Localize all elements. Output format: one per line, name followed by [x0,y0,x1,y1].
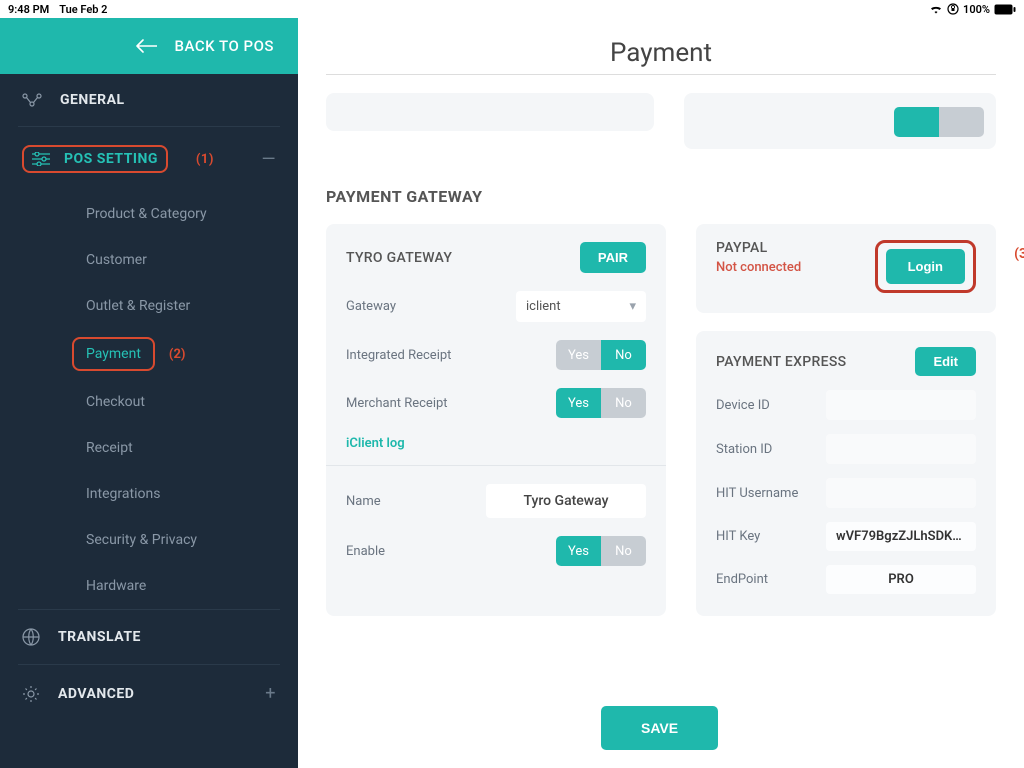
collapse-icon[interactable]: — [261,149,276,170]
gateway-select[interactable]: iclient ▾ [516,291,646,322]
network-icon [22,93,42,107]
expand-icon[interactable]: + [265,683,276,704]
sidebar: BACK TO POS GENERAL POS SETTING (1) — Pr… [0,18,298,768]
merchant-receipt-label: Merchant Receipt [346,396,448,411]
sidebar-item-outlet-register[interactable]: Outlet & Register [86,283,298,329]
express-edit-button[interactable]: Edit [915,347,976,376]
sidebar-item-product-category[interactable]: Product & Category [86,191,298,237]
toggle-yes: Yes [556,536,601,566]
toggle-yes [894,107,939,137]
partial-card-right [684,93,996,149]
toggle-yes: Yes [556,388,601,418]
iclient-log-link[interactable]: iClient log [346,436,646,451]
device-id-label: Device ID [716,398,770,413]
nav-label-pos-setting: POS SETTING [64,151,158,167]
station-id-value [826,434,976,464]
hit-username-value [826,478,976,508]
status-time: 9:48 PM [8,3,49,16]
sidebar-item-checkout[interactable]: Checkout [86,379,298,425]
tyro-enable-label: Enable [346,544,385,559]
merchant-receipt-toggle[interactable]: Yes No [556,388,646,418]
integrated-receipt-toggle[interactable]: Yes No [556,340,646,370]
login-highlight: Login [875,240,976,293]
endpoint-label: EndPoint [716,572,768,587]
nav-section-translate[interactable]: TRANSLATE [0,610,298,664]
toggle-yes: Yes [556,340,601,370]
pair-button[interactable]: PAIR [580,242,646,273]
toggle-no [939,107,984,137]
pos-setting-subitems: Product & Category Customer Outlet & Reg… [0,191,298,609]
back-to-pos-button[interactable]: BACK TO POS [0,18,298,74]
battery-pct: 100% [963,3,990,16]
endpoint-value: PRO [826,565,976,594]
hit-key-value: wVF79BgzZJLhSDKAZ... [826,522,976,551]
express-title: PAYMENT EXPRESS [716,354,846,370]
sidebar-item-security-privacy[interactable]: Security & Privacy [86,517,298,563]
back-label: BACK TO POS [175,37,274,55]
chevron-down-icon: ▾ [629,299,636,314]
tyro-name-input[interactable]: Tyro Gateway [486,484,646,518]
save-button[interactable]: SAVE [601,706,718,750]
main-content: Payment PAYMENT GATEWAY TYRO G [298,18,1024,768]
toggle-no: No [601,536,646,566]
tyro-name-label: Name [346,494,381,509]
battery-icon [994,4,1016,15]
sidebar-item-payment[interactable]: Payment [72,337,155,371]
hit-key-label: HIT Key [716,529,760,544]
nav-section-pos-setting[interactable]: POS SETTING (1) — [0,127,298,191]
nav-section-general[interactable]: GENERAL [0,74,298,126]
gateway-select-value: iclient [526,299,561,314]
gear-icon [22,685,40,703]
device-id-value [826,390,976,420]
wifi-icon [929,4,943,14]
toggle-no: No [601,388,646,418]
integrated-receipt-label: Integrated Receipt [346,348,451,363]
sidebar-item-hardware[interactable]: Hardware [86,563,298,609]
section-heading-gateway: PAYMENT GATEWAY [326,187,996,206]
card-divider [326,465,666,466]
sidebar-item-receipt[interactable]: Receipt [86,425,298,471]
annotation-2: (2) [169,347,186,362]
paypal-card: PAYPAL Not connected Login (3) [696,224,996,313]
enable-toggle-partial[interactable] [894,107,984,137]
rotation-lock-icon [947,3,959,15]
paypal-login-button[interactable]: Login [886,249,965,284]
status-date: Tue Feb 2 [59,3,107,16]
sidebar-item-integrations[interactable]: Integrations [86,471,298,517]
paypal-status: Not connected [716,260,801,275]
payment-express-card: PAYMENT EXPRESS Edit Device ID Station I… [696,331,996,616]
back-arrow-icon [135,39,157,53]
toggle-no: No [601,340,646,370]
sliders-icon [32,152,50,166]
gateway-label: Gateway [346,299,396,314]
globe-icon [22,628,40,646]
annotation-1: (1) [196,152,214,167]
tyro-title: TYRO GATEWAY [346,250,452,266]
tyro-gateway-card: TYRO GATEWAY PAIR Gateway iclient ▾ Inte… [326,224,666,616]
nav-label-translate: TRANSLATE [58,629,141,645]
partial-card-left [326,93,654,131]
sidebar-item-customer[interactable]: Customer [86,237,298,283]
nav-label-advanced: ADVANCED [58,686,134,702]
hit-username-label: HIT Username [716,486,798,501]
station-id-label: Station ID [716,442,772,457]
nav-label-general: GENERAL [60,92,125,108]
title-divider [326,74,996,75]
page-title: Payment [298,38,1024,68]
nav-section-advanced[interactable]: ADVANCED + [0,665,298,722]
paypal-title: PAYPAL [716,240,801,256]
annotation-3: (3) [1014,246,1024,262]
tyro-enable-toggle[interactable]: Yes No [556,536,646,566]
status-bar: 9:48 PM Tue Feb 2 100% [0,0,1024,18]
